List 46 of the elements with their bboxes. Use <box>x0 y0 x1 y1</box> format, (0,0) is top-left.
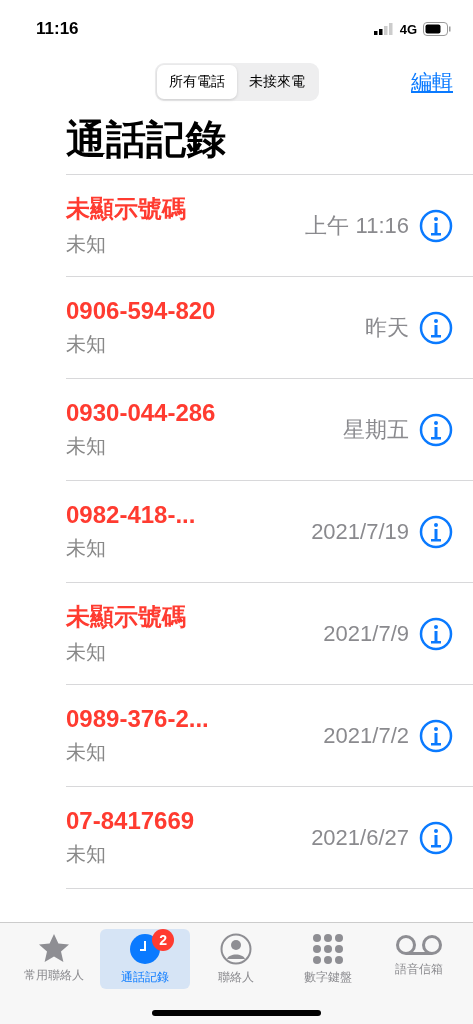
call-type: 未知 <box>66 434 107 459</box>
page-title: 通話記錄 <box>65 116 227 163</box>
call-type: 未知 <box>66 740 107 765</box>
call-type: 未知 <box>66 232 107 257</box>
caller-name: 0906-594-820 <box>66 297 217 325</box>
caller-name: 07-8417669 <box>66 807 196 835</box>
segment-tab[interactable]: 未接來電 <box>236 65 317 99</box>
tab-bar-item[interactable]: 聯絡人 <box>191 929 282 989</box>
call-time: 上午 11:16 <box>305 211 409 240</box>
caller-name: 0982-418-... <box>66 501 197 529</box>
caller-name: 未顯示號碼 <box>66 194 187 224</box>
info-icon[interactable] <box>419 514 453 549</box>
call-time: 昨天 <box>365 313 409 342</box>
call-time: 2021/7/2 <box>323 722 409 749</box>
keypad-icon <box>311 933 344 965</box>
call-type: 未知 <box>66 332 107 357</box>
call-time: 星期五 <box>343 415 409 444</box>
tab-bar-item[interactable]: 語音信箱 <box>374 929 465 989</box>
caller-name: 0930-044-286 <box>66 399 217 427</box>
network-label: 4G <box>399 21 417 37</box>
call-time: 2021/6/27 <box>311 824 409 851</box>
call-time: 2021/7/9 <box>323 620 409 647</box>
info-icon[interactable] <box>419 208 453 243</box>
info-icon[interactable] <box>419 412 453 447</box>
edit-link[interactable]: 編輯 <box>411 68 453 96</box>
info-icon[interactable] <box>419 310 453 345</box>
star-icon <box>37 933 70 963</box>
count-badge: 2 <box>152 929 175 951</box>
call-time: 2021/7/19 <box>311 518 409 545</box>
tab-bar-item[interactable]: 常用聯絡人 <box>8 929 99 989</box>
call-type: 未知 <box>66 536 107 561</box>
signal-icon <box>373 23 394 35</box>
info-icon[interactable] <box>419 616 453 651</box>
info-icon[interactable] <box>419 820 453 855</box>
caller-name: 未顯示號碼 <box>66 602 187 632</box>
info-icon[interactable] <box>419 718 453 753</box>
person-icon <box>220 933 253 965</box>
call-type: 未知 <box>66 640 107 665</box>
tab-bar-item[interactable]: 數字鍵盤 <box>282 929 373 989</box>
voicemail-icon <box>395 933 444 957</box>
caller-name: 0989-376-2... <box>66 705 210 733</box>
battery-icon <box>423 22 451 36</box>
tab-bar-item[interactable]: 通話記錄 2 <box>100 929 191 989</box>
status-time: 11:16 <box>36 19 79 39</box>
segment-tab[interactable]: 所有電話 <box>156 65 237 99</box>
call-type: 未知 <box>66 842 107 867</box>
